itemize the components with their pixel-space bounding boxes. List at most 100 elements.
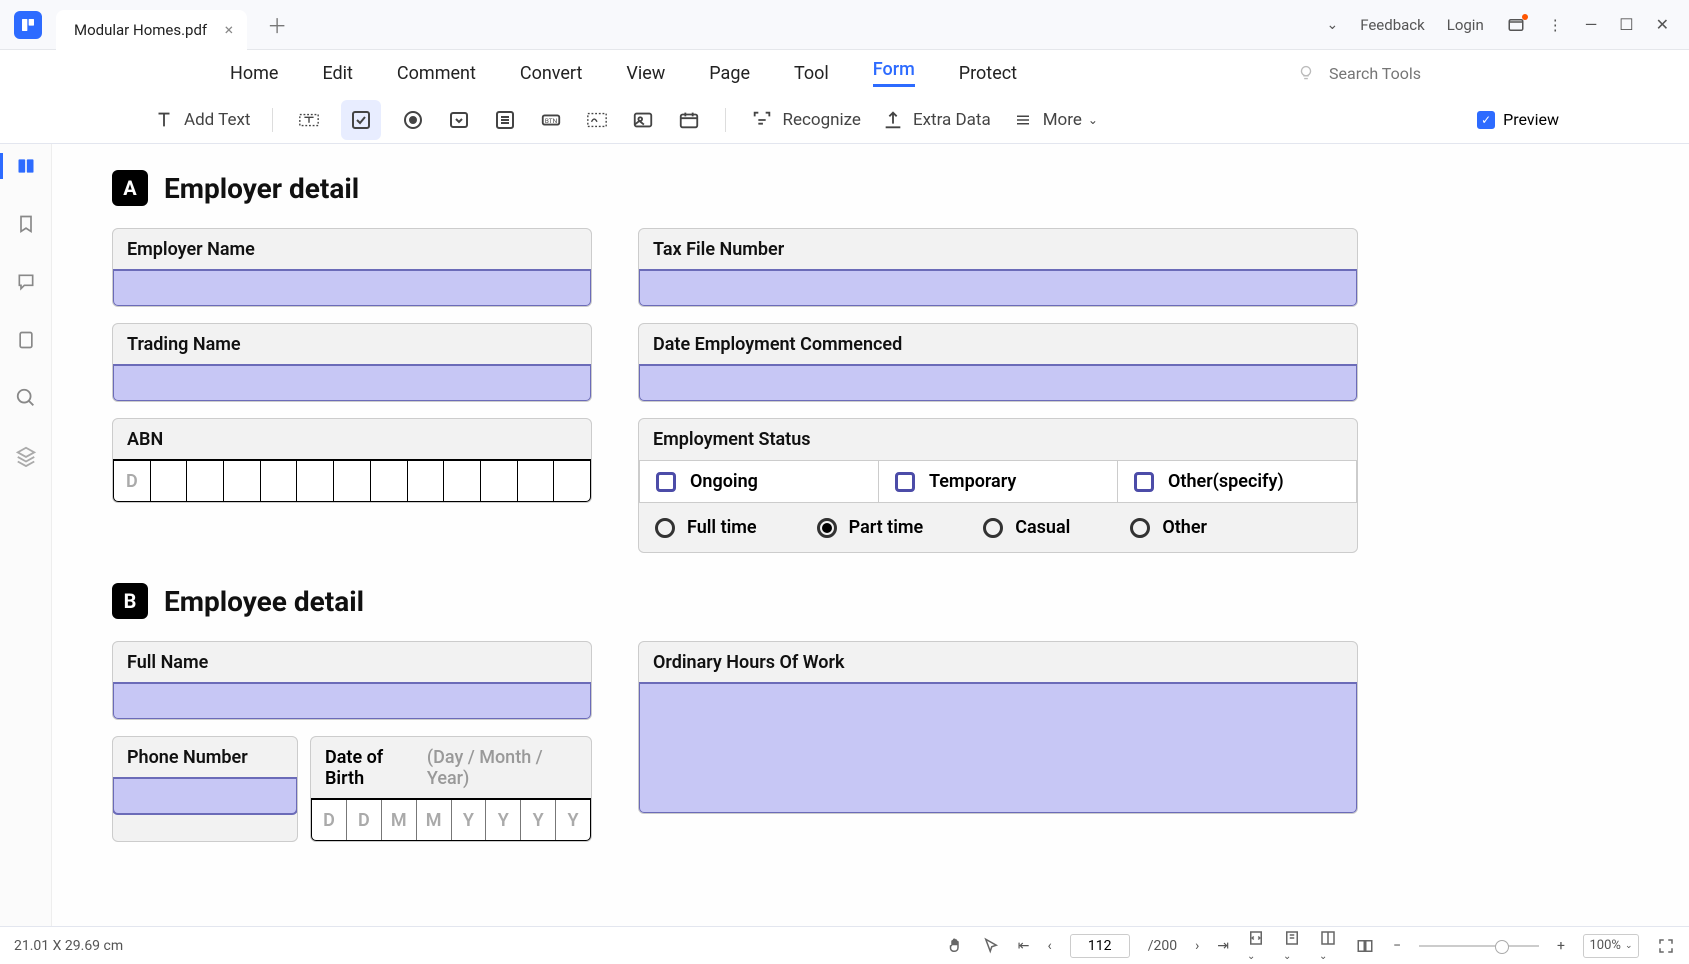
radio-parttime[interactable]: Part time	[817, 517, 924, 538]
recognize-tool[interactable]: Recognize	[748, 106, 860, 134]
field-employer-name: Employer Name	[112, 228, 592, 307]
input-date-commenced[interactable]	[638, 364, 1358, 402]
label-date-commenced: Date Employment Commenced	[639, 324, 1357, 365]
section-title: Employee detail	[164, 585, 364, 618]
field-abn: ABN D	[112, 418, 592, 503]
label-employment-status: Employment Status	[639, 419, 1357, 460]
input-tax-file[interactable]	[638, 269, 1358, 307]
field-ordinary-hours: Ordinary Hours Of Work	[638, 641, 1358, 814]
radio-fulltime[interactable]: Full time	[655, 517, 757, 538]
status-ongoing[interactable]: Ongoing	[640, 461, 879, 502]
search-tools-input[interactable]	[1329, 64, 1469, 83]
thumbnails-icon[interactable]	[14, 154, 38, 178]
two-page-icon[interactable]	[1355, 937, 1375, 955]
menu-view[interactable]: View	[626, 63, 665, 84]
dob-cells[interactable]: DDMMYYYY	[310, 798, 592, 842]
checkbox-icon	[1134, 472, 1154, 492]
radio-icon	[655, 518, 675, 538]
button-tool[interactable]: BTN	[537, 106, 565, 134]
fit-width-icon[interactable]: ⌄	[1247, 929, 1265, 963]
label-phone: Phone Number	[113, 737, 297, 778]
lightbulb-icon[interactable]	[1295, 62, 1317, 84]
zoom-in-icon[interactable]: +	[1557, 938, 1565, 954]
select-tool-icon[interactable]	[982, 937, 1000, 955]
bookmark-icon[interactable]	[14, 212, 38, 236]
label-abn: ABN	[113, 419, 591, 460]
fit-page-icon[interactable]: ⌄	[1283, 929, 1301, 963]
radio-tool[interactable]	[399, 106, 427, 134]
input-employer-name[interactable]	[112, 269, 592, 307]
menu-home[interactable]: Home	[230, 63, 278, 84]
menu-page[interactable]: Page	[709, 63, 750, 84]
next-page-icon[interactable]: ›	[1195, 938, 1199, 954]
abn-cells[interactable]: D	[112, 459, 592, 503]
field-date-commenced: Date Employment Commenced	[638, 323, 1358, 402]
more-tool[interactable]: More ⌄	[1009, 106, 1098, 134]
zoom-slider[interactable]	[1419, 945, 1539, 947]
input-full-name[interactable]	[112, 682, 592, 720]
close-window-button[interactable]: ✕	[1656, 15, 1669, 34]
fullscreen-icon[interactable]	[1657, 937, 1675, 955]
menu-comment[interactable]: Comment	[397, 63, 476, 84]
input-ordinary-hours[interactable]	[638, 682, 1358, 814]
field-full-name: Full Name	[112, 641, 592, 720]
comment-icon[interactable]	[14, 270, 38, 294]
login-link[interactable]: Login	[1447, 16, 1484, 34]
attachment-icon[interactable]	[14, 328, 38, 352]
tab-filename: Modular Homes.pdf	[74, 21, 207, 39]
time-radio-row: Full time Part time Casual Other	[639, 503, 1357, 552]
radio-icon	[983, 518, 1003, 538]
label-dob: Date of Birth	[325, 747, 419, 789]
menu-protect[interactable]: Protect	[959, 63, 1017, 84]
menu-form[interactable]: Form	[873, 59, 915, 87]
listbox-tool[interactable]	[491, 106, 519, 134]
first-page-icon[interactable]: ⇤	[1018, 938, 1030, 954]
page-dimensions: 21.01 X 29.69 cm	[14, 938, 123, 954]
menu-tool[interactable]: Tool	[794, 63, 829, 84]
add-text-tool[interactable]: Add Text	[150, 106, 250, 134]
zoom-value[interactable]: 100%⌄	[1583, 934, 1639, 958]
image-tool[interactable]	[629, 106, 657, 134]
new-tab-button[interactable]: ＋	[267, 10, 287, 39]
minimize-button[interactable]: —	[1585, 15, 1598, 34]
label-full-name: Full Name	[113, 642, 591, 683]
checkbox-icon	[895, 472, 915, 492]
divider	[725, 108, 726, 132]
prev-page-icon[interactable]: ‹	[1047, 938, 1051, 954]
signature-tool[interactable]	[583, 106, 611, 134]
page-number-input[interactable]	[1070, 934, 1130, 958]
label-employer-name: Employer Name	[113, 229, 591, 270]
search-icon[interactable]	[14, 386, 38, 410]
page-total: /200	[1148, 938, 1177, 954]
section-badge: B	[112, 583, 148, 619]
kebab-menu-icon[interactable]: ⋮	[1548, 16, 1563, 34]
close-tab-icon[interactable]: ×	[225, 20, 234, 39]
document-tab[interactable]: Modular Homes.pdf ×	[56, 10, 247, 50]
layers-icon[interactable]	[14, 444, 38, 468]
chevron-down-icon[interactable]: ⌄	[1326, 17, 1338, 33]
field-dob: Date of Birth(Day / Month / Year) DDMMYY…	[310, 736, 592, 842]
app-logo[interactable]	[14, 11, 42, 39]
notification-icon[interactable]	[1506, 16, 1526, 34]
status-temporary[interactable]: Temporary	[879, 461, 1118, 502]
dropdown-tool[interactable]	[445, 106, 473, 134]
input-phone[interactable]	[112, 777, 298, 815]
text-field-tool[interactable]	[295, 106, 323, 134]
status-other[interactable]: Other(specify)	[1118, 461, 1356, 502]
zoom-out-icon[interactable]: −	[1393, 938, 1401, 954]
preview-toggle[interactable]: ✓ Preview	[1477, 110, 1559, 129]
menu-edit[interactable]: Edit	[322, 63, 352, 84]
input-trading-name[interactable]	[112, 364, 592, 402]
radio-other[interactable]: Other	[1130, 517, 1207, 538]
date-tool[interactable]	[675, 106, 703, 134]
last-page-icon[interactable]: ⇥	[1217, 938, 1229, 954]
checkbox-tool[interactable]	[341, 100, 381, 140]
hand-tool-icon[interactable]	[946, 937, 964, 955]
view-mode-icon[interactable]: ⌄	[1319, 929, 1337, 963]
radio-casual[interactable]: Casual	[983, 517, 1070, 538]
menu-convert[interactable]: Convert	[520, 63, 583, 84]
maximize-button[interactable]: ☐	[1619, 15, 1633, 34]
feedback-link[interactable]: Feedback	[1360, 16, 1425, 34]
extra-data-tool[interactable]: Extra Data	[879, 106, 991, 134]
radio-icon	[1130, 518, 1150, 538]
